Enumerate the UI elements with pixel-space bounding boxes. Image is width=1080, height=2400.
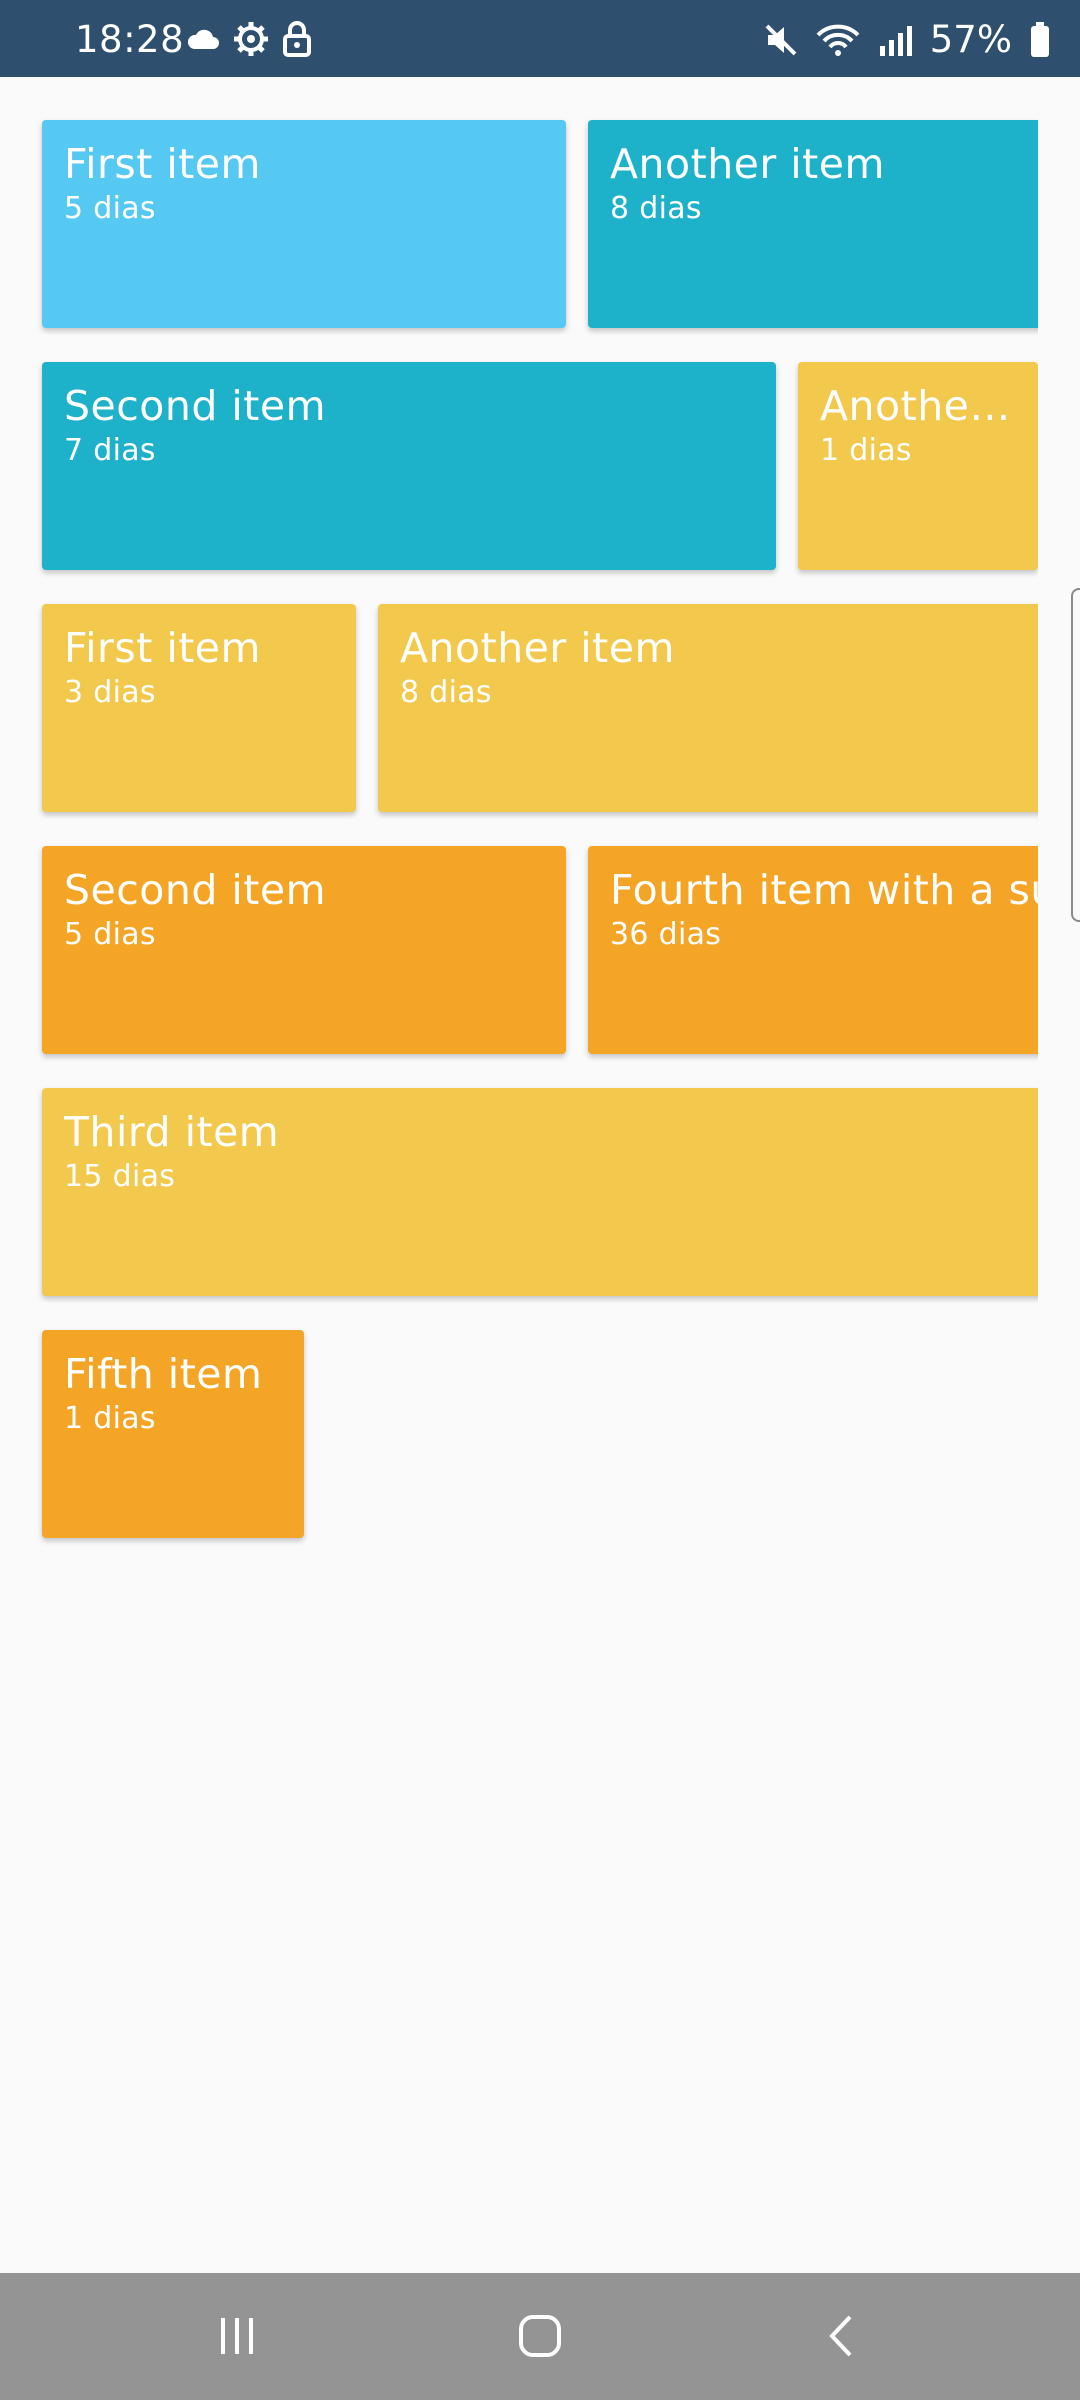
tile-duration: 8 dias <box>610 191 702 226</box>
tile-title: First item <box>64 624 261 672</box>
signal-icon <box>878 24 912 56</box>
lock-icon <box>282 20 312 58</box>
navigation-bar <box>0 2273 1080 2400</box>
tile-item[interactable]: Another item 8 dias <box>378 604 1038 812</box>
battery-icon <box>1030 21 1050 58</box>
tile-title: Fourth item with a super long name <box>610 866 1038 914</box>
tile-duration: 3 dias <box>64 675 156 710</box>
back-button[interactable] <box>797 2301 887 2371</box>
tile-duration: 5 dias <box>64 917 156 952</box>
tile-duration: 1 dias <box>64 1401 156 1436</box>
status-icons-left <box>186 20 312 58</box>
tile-title: Fifth item <box>64 1350 263 1398</box>
status-time: 18:28 <box>75 18 185 61</box>
tile-item[interactable]: First item 5 dias <box>42 120 566 328</box>
tile-item[interactable]: Another item 8 dias <box>588 120 1038 328</box>
tile-title: Second item <box>64 382 327 430</box>
tile-item[interactable]: Second item 7 dias <box>42 362 776 570</box>
tile-title: Another item <box>820 382 1038 430</box>
tile-grid-scroll-area[interactable]: First item 5 dias Another item 8 dias Se… <box>0 77 1080 2273</box>
tile-item[interactable]: Fifth item 1 dias <box>42 1330 304 1538</box>
tile-item[interactable]: Second item 5 dias <box>42 846 566 1054</box>
tile-duration: 8 dias <box>400 675 492 710</box>
home-icon <box>519 2315 561 2357</box>
tile-duration: 1 dias <box>820 433 912 468</box>
settings-gear-icon <box>232 20 270 58</box>
home-button[interactable] <box>495 2301 585 2371</box>
tile-duration: 5 dias <box>64 191 156 226</box>
tile-title: First item <box>64 140 261 188</box>
mute-icon <box>764 23 798 57</box>
battery-percentage: 57% <box>929 18 1012 61</box>
tile-title: Second item <box>64 866 327 914</box>
tile-item[interactable]: Another item 1 dias <box>798 362 1038 570</box>
tile-item[interactable]: Third item 15 dias <box>42 1088 1038 1296</box>
cloud-icon <box>186 27 220 51</box>
scroll-handle[interactable] <box>1071 588 1080 922</box>
recents-button[interactable] <box>192 2301 282 2371</box>
tile-duration: 15 dias <box>64 1159 176 1194</box>
tile-duration: 7 dias <box>64 433 156 468</box>
recents-icon <box>221 2318 253 2354</box>
status-icons-right: 57% <box>764 18 1050 61</box>
back-chevron-icon <box>829 2315 852 2357</box>
tile-item[interactable]: Fourth item with a super long name 36 di… <box>588 846 1038 1054</box>
tile-item[interactable]: First item 3 dias <box>42 604 356 812</box>
tile-duration: 36 dias <box>610 917 722 952</box>
tile-title: Another item <box>400 624 675 672</box>
tile-title: Third item <box>64 1108 280 1156</box>
tile-grid: First item 5 dias Another item 8 dias Se… <box>0 77 1038 2273</box>
wifi-icon <box>816 23 860 57</box>
status-bar: 18:28 57% <box>0 0 1080 77</box>
tile-title: Another item <box>610 140 885 188</box>
